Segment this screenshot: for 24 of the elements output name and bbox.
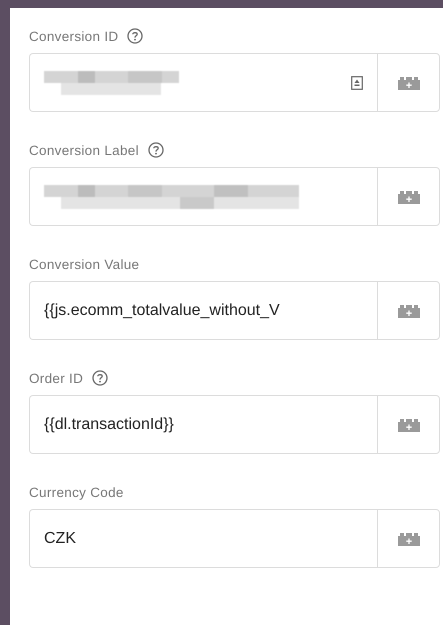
- input-field[interactable]: {{dl.transactionId}}: [29, 395, 377, 454]
- help-icon[interactable]: [92, 370, 108, 386]
- add-variable-button[interactable]: [377, 53, 440, 112]
- field-label: Currency Code: [29, 484, 124, 500]
- field-label: Conversion Label: [29, 142, 139, 158]
- field-label: Order ID: [29, 370, 84, 386]
- brick-plus-icon: [398, 76, 420, 90]
- add-variable-button[interactable]: [377, 509, 440, 568]
- brick-plus-icon: [398, 418, 420, 432]
- field-label: Conversion ID: [29, 28, 118, 44]
- brick-plus-icon: [398, 304, 420, 318]
- add-variable-button[interactable]: [377, 395, 440, 454]
- input-field[interactable]: {{js.ecomm_totalvalue_without_V: [29, 281, 377, 340]
- input-field[interactable]: [29, 53, 377, 112]
- document-icon[interactable]: [351, 76, 363, 90]
- add-variable-button[interactable]: [377, 167, 440, 226]
- help-icon[interactable]: [148, 142, 164, 158]
- help-icon[interactable]: [127, 28, 144, 44]
- input-field[interactable]: [29, 167, 377, 226]
- add-variable-button[interactable]: [377, 281, 440, 340]
- brick-plus-icon: [398, 532, 420, 546]
- field-label: Conversion Value: [29, 256, 140, 272]
- brick-plus-icon: [398, 190, 420, 204]
- input-field[interactable]: CZK: [29, 509, 377, 568]
